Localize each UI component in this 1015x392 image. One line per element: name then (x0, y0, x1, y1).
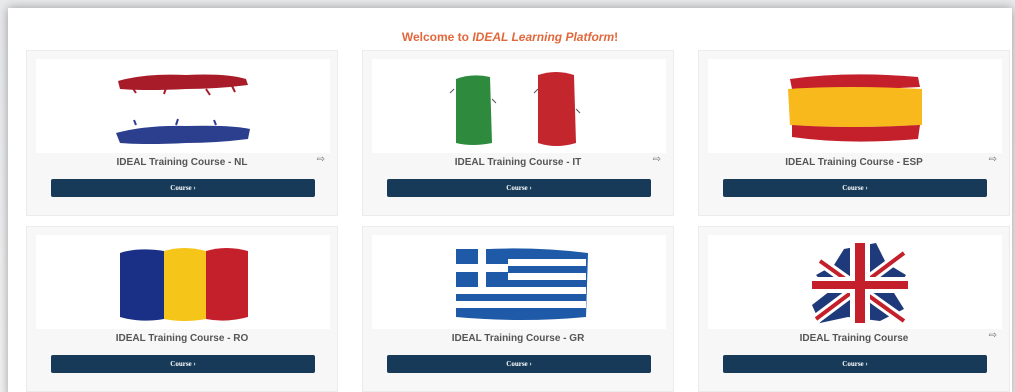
romania-flag-image[interactable] (36, 235, 330, 329)
course-card-ro: IDEAL Training Course - RO Course › (26, 226, 338, 392)
course-title[interactable]: IDEAL Training Course - IT (363, 157, 673, 168)
course-title[interactable]: IDEAL Training Course - RO (27, 333, 337, 344)
welcome-heading: Welcome to IDEAL Learning Platform! (401, 30, 619, 44)
uk-flag-image[interactable] (708, 235, 1002, 329)
romania-flag (120, 248, 248, 321)
course-title[interactable]: IDEAL Training Course (699, 333, 1009, 344)
course-button-it[interactable]: Course › (387, 179, 651, 197)
course-card-it: IDEAL Training Course - IT ⇨ Course › (362, 50, 674, 216)
netherlands-flag-image[interactable] (36, 59, 330, 153)
enter-icon[interactable]: ⇨ (989, 330, 997, 341)
enter-icon[interactable]: ⇨ (989, 154, 997, 165)
course-page: Welcome to IDEAL Learning Platform! IDEA… (8, 8, 1012, 392)
course-button-nl[interactable]: Course › (51, 179, 315, 197)
course-card-esp: IDEAL Training Course - ESP ⇨ Course › (698, 50, 1010, 216)
course-button-uk[interactable]: Course › (723, 355, 987, 373)
course-button-gr[interactable]: Course › (387, 355, 651, 373)
course-title[interactable]: IDEAL Training Course - NL (27, 157, 337, 168)
enter-icon[interactable]: ⇨ (653, 154, 661, 165)
spain-flag (788, 74, 922, 142)
uk-flag (812, 243, 908, 326)
italy-flag (449, 72, 581, 146)
course-button-ro[interactable]: Course › (51, 355, 315, 373)
greece-flag (456, 248, 588, 320)
course-card-nl: IDEAL Training Course - NL ⇨ Course › (26, 50, 338, 216)
course-card-gr: IDEAL Training Course - GR Course › (362, 226, 674, 392)
course-card-uk: IDEAL Training Course ⇨ Course › (698, 226, 1010, 392)
enter-icon[interactable]: ⇨ (317, 154, 325, 165)
course-button-esp[interactable]: Course › (723, 179, 987, 197)
course-title[interactable]: IDEAL Training Course - GR (363, 333, 673, 344)
platform-name: IDEAL Learning Platform (472, 30, 615, 44)
course-title[interactable]: IDEAL Training Course - ESP (699, 157, 1009, 168)
italy-flag-image[interactable] (372, 59, 666, 153)
greece-flag-image[interactable] (372, 235, 666, 329)
netherlands-flag (116, 74, 250, 144)
spain-flag-image[interactable] (708, 59, 1002, 153)
